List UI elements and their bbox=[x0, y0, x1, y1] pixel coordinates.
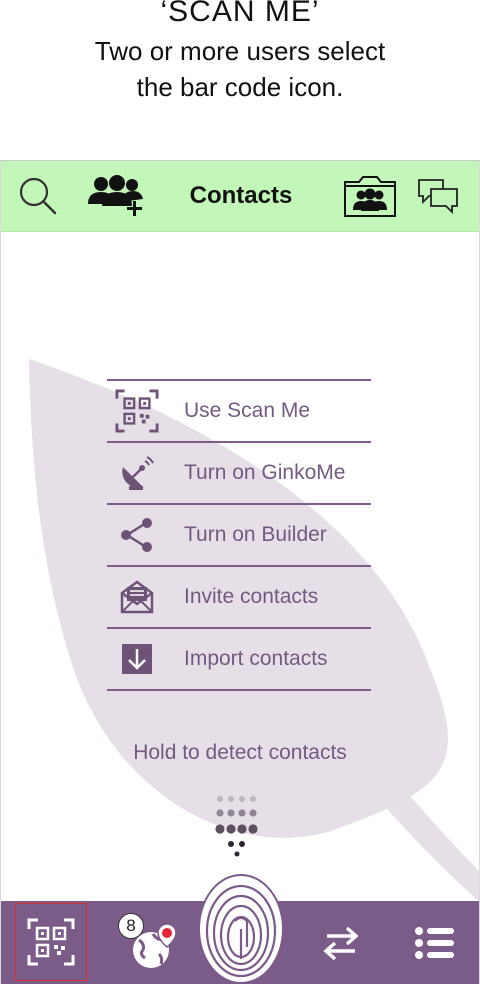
swap-arrows-icon bbox=[323, 926, 359, 961]
menu-item-label: Use Scan Me bbox=[184, 399, 311, 422]
add-contacts-button[interactable] bbox=[79, 161, 151, 231]
import-icon bbox=[115, 637, 159, 681]
qr-code-icon bbox=[115, 389, 159, 433]
top-bar: Contacts bbox=[1, 161, 479, 232]
menu-item-label: Turn on GinkoMe bbox=[184, 461, 346, 484]
caption-line-1: Two or more users select bbox=[94, 36, 386, 66]
chat-icon bbox=[418, 179, 458, 215]
envelope-icon bbox=[115, 575, 159, 619]
search-button[interactable] bbox=[13, 161, 63, 231]
list-menu-icon bbox=[415, 927, 454, 959]
menu-item-use-scan-me[interactable]: Use Scan Me bbox=[107, 379, 371, 441]
page-title: Contacts bbox=[189, 182, 293, 209]
caption-line-2: the bar code icon. bbox=[136, 72, 344, 102]
contacts-folder-button[interactable] bbox=[339, 161, 401, 231]
menu-item-turn-on-ginkome[interactable]: Turn on GinkoMe bbox=[107, 441, 371, 503]
add-contacts-icon bbox=[88, 175, 143, 216]
chat-button[interactable] bbox=[413, 161, 463, 231]
menu-item-turn-on-builder[interactable]: Turn on Builder bbox=[107, 503, 371, 565]
hold-to-detect-label: Hold to detect contacts bbox=[133, 741, 347, 764]
menu-item-label: Turn on Builder bbox=[184, 523, 327, 546]
bottom-bar: 8 bbox=[1, 874, 479, 984]
satellite-dish-icon bbox=[115, 451, 159, 495]
swap-button[interactable] bbox=[301, 901, 381, 984]
caption-title: ‘SCAN ME’ bbox=[160, 0, 320, 28]
action-menu: Use Scan Me Turn on GinkoMe Turn on Buil… bbox=[107, 379, 371, 691]
search-icon bbox=[19, 177, 57, 215]
menu-item-label: Import contacts bbox=[184, 647, 328, 670]
share-icon bbox=[115, 513, 159, 557]
detect-dots-indicator bbox=[215, 782, 258, 857]
menu-item-label: Invite contacts bbox=[184, 585, 319, 608]
fingerprint-icon[interactable] bbox=[197, 871, 285, 983]
menu-item-import-contacts[interactable]: Import contacts bbox=[107, 627, 371, 691]
notification-badge: 8 bbox=[118, 913, 144, 939]
menu-item-invite-contacts[interactable]: Invite contacts bbox=[107, 565, 371, 627]
menu-button[interactable] bbox=[399, 901, 471, 984]
contacts-folder-icon bbox=[344, 176, 396, 217]
qr-scan-icon bbox=[27, 918, 75, 966]
scan-me-button[interactable] bbox=[15, 903, 87, 981]
phone-screen: Contacts Use Scan Me Turn on GinkoMe Tur… bbox=[0, 160, 480, 984]
